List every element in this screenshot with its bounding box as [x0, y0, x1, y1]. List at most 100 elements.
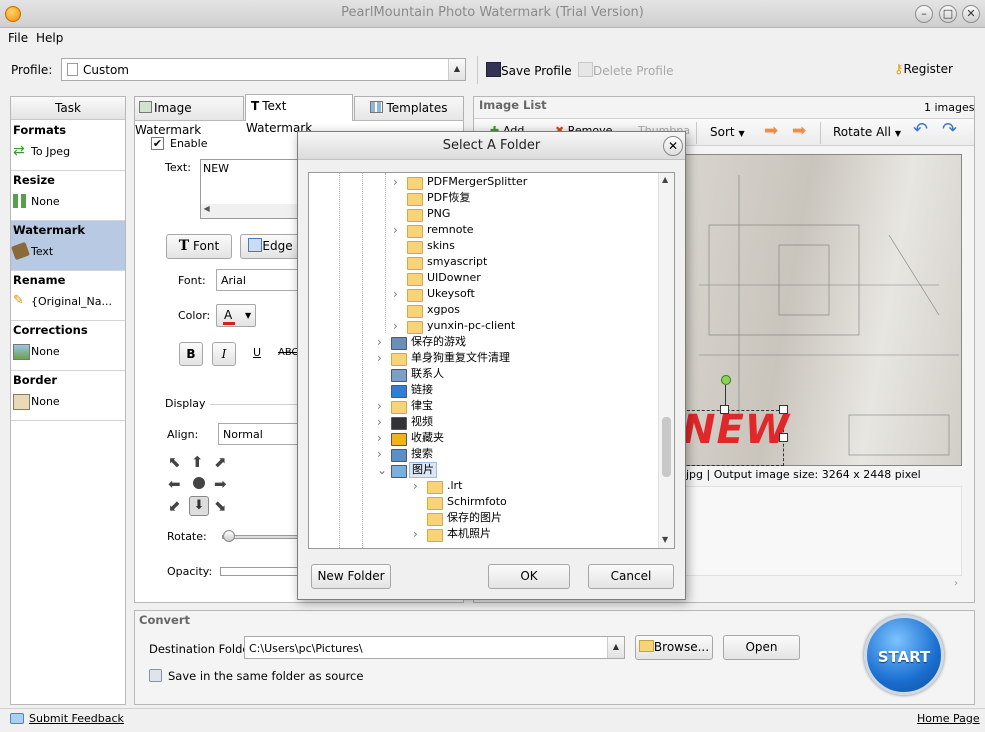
chevron-right-icon[interactable]: ›	[377, 334, 382, 350]
tree-item[interactable]: PDF恢复	[393, 190, 659, 206]
tree-item[interactable]: 保存的图片	[413, 510, 659, 526]
center-dot-icon[interactable]	[193, 477, 205, 489]
scroll-up-icon[interactable]: ▲	[662, 175, 668, 184]
chevron-right-icon[interactable]: ›	[377, 446, 382, 462]
arrow-right-icon[interactable]: ➡	[214, 475, 227, 493]
menu-help[interactable]: Help	[36, 31, 63, 45]
tree-item[interactable]: 链接	[377, 382, 659, 398]
chevron-right-icon[interactable]: ›	[393, 286, 398, 302]
tree-scrollbar[interactable]: ▲ ▼	[658, 173, 674, 548]
home-page-link[interactable]: Home Page	[917, 712, 980, 725]
tree-item[interactable]: UIDowner	[393, 270, 659, 286]
minimize-button[interactable]: –	[915, 5, 933, 23]
task-border[interactable]: Border None	[11, 371, 125, 421]
font-select[interactable]: Arial	[216, 269, 300, 291]
tree-item[interactable]: › .lrt	[413, 478, 659, 494]
arrow-right-icon[interactable]: ➡	[792, 121, 806, 141]
tree-item[interactable]: › 搜索	[377, 446, 659, 462]
chevron-down-icon[interactable]: ▲	[607, 637, 624, 658]
color-picker[interactable]: A ▼	[216, 304, 256, 327]
profile-select[interactable]: Custom ▲	[61, 58, 466, 81]
font-button[interactable]: T Font	[166, 234, 232, 259]
new-folder-button[interactable]: New Folder	[311, 564, 391, 589]
tab-templates[interactable]: Templates	[354, 96, 464, 120]
chevron-right-icon[interactable]: ›	[377, 414, 382, 430]
tab-image-watermark[interactable]: Image Watermark	[134, 96, 244, 137]
start-button[interactable]: START	[864, 615, 944, 695]
tree-item[interactable]: › 本机照片	[413, 526, 659, 542]
dialog-close-button[interactable]: ✕	[663, 136, 683, 156]
chevron-right-icon[interactable]: ›	[377, 398, 382, 414]
opacity-slider[interactable]	[220, 567, 300, 576]
tree-item[interactable]: xgpos	[393, 302, 659, 318]
rotate-all-button[interactable]: Rotate All ▼	[833, 125, 901, 139]
edge-button[interactable]: Edge	[240, 234, 300, 259]
same-folder-checkbox[interactable]	[149, 669, 162, 682]
arrow-up-left-icon[interactable]: ⬉	[168, 453, 181, 471]
register-button[interactable]: ⚷Register	[894, 62, 953, 77]
tree-item[interactable]: PNG	[393, 206, 659, 222]
sort-button[interactable]: Sort ▼	[710, 125, 745, 139]
folder-tree[interactable]: ▲ ▼ › PDFMergerSplitter PDF恢复 PNG › remnote sk…	[308, 172, 675, 549]
task-resize[interactable]: Resize None	[11, 171, 125, 221]
chevron-down-icon[interactable]: ▲	[448, 59, 465, 80]
chevron-down-icon[interactable]: ⌄	[377, 462, 387, 478]
delete-profile-button[interactable]: Delete Profile	[578, 62, 674, 78]
submit-feedback-link[interactable]: Submit Feedback	[29, 712, 124, 725]
chevron-right-icon[interactable]: ›	[377, 430, 382, 446]
rotate-handle[interactable]	[721, 375, 731, 385]
arrow-left-icon[interactable]: ⬅	[168, 475, 181, 493]
chevron-right-icon[interactable]: ›	[413, 478, 418, 494]
italic-button[interactable]: I	[212, 342, 236, 366]
rotate-left-icon[interactable]: ↶	[913, 119, 928, 140]
open-button[interactable]: Open	[723, 635, 800, 660]
arrow-down-left-icon[interactable]: ⬋	[168, 497, 181, 515]
chevron-right-icon[interactable]: ›	[413, 526, 418, 542]
maximize-button[interactable]: □	[939, 5, 957, 23]
tree-item[interactable]: › yunxin-pc-client	[393, 318, 659, 334]
underline-button[interactable]: U	[245, 342, 269, 366]
watermark-text-input[interactable]: NEW ◀	[200, 159, 310, 219]
cancel-button[interactable]: Cancel	[588, 564, 674, 589]
tree-item[interactable]: › 收藏夹	[377, 430, 659, 446]
ok-button[interactable]: OK	[488, 564, 570, 589]
arrow-left-icon[interactable]: ➡	[764, 121, 778, 141]
horizontal-scrollbar[interactable]: ◀	[201, 204, 309, 218]
tree-item[interactable]: › 保存的游戏	[377, 334, 659, 350]
tree-item[interactable]: › 律宝	[377, 398, 659, 414]
rotate-slider-handle[interactable]	[223, 530, 235, 542]
tree-item[interactable]: › remnote	[393, 222, 659, 238]
tree-item[interactable]: › 视频	[377, 414, 659, 430]
rotate-right-icon[interactable]: ↷	[942, 119, 957, 140]
destination-folder-input[interactable]: C:\Users\pc\Pictures\ ▲	[244, 636, 625, 659]
tree-item[interactable]: smyascript	[393, 254, 659, 270]
arrow-down-icon[interactable]: ⬇	[189, 496, 209, 516]
resize-handle[interactable]	[779, 433, 788, 442]
chevron-right-icon[interactable]: ›	[377, 350, 382, 366]
tree-item[interactable]: ⌄ 图片	[377, 462, 659, 478]
enable-checkbox[interactable]: ✔	[151, 137, 164, 150]
tree-item[interactable]: › PDFMergerSplitter	[393, 174, 659, 190]
scroll-right-icon[interactable]: ›	[954, 578, 958, 589]
resize-handle[interactable]	[720, 405, 729, 414]
arrow-down-right-icon[interactable]: ⬊	[214, 497, 227, 515]
save-profile-button[interactable]: Save Profile	[486, 62, 572, 78]
task-watermark[interactable]: Watermark Text	[11, 221, 125, 271]
chevron-right-icon[interactable]: ›	[393, 318, 398, 334]
tree-item[interactable]: Schirmfoto	[413, 494, 659, 510]
align-select[interactable]: Normal	[218, 423, 300, 445]
tree-item[interactable]: skins	[393, 238, 659, 254]
chevron-right-icon[interactable]: ›	[393, 222, 398, 238]
arrow-up-right-icon[interactable]: ⬈	[214, 453, 227, 471]
bold-button[interactable]: B	[179, 342, 203, 366]
task-formats[interactable]: Formats ⇄ To Jpeg	[11, 121, 125, 171]
task-corrections[interactable]: Corrections None	[11, 321, 125, 371]
tree-item[interactable]: › Ukeysoft	[393, 286, 659, 302]
close-button[interactable]: ✕	[962, 5, 980, 23]
tab-text-watermark[interactable]: T Text Watermark	[245, 94, 353, 135]
tree-item[interactable]: 联系人	[377, 366, 659, 382]
scrollbar-thumb[interactable]	[662, 417, 671, 477]
watermark-preview-text[interactable]: NEW	[682, 407, 790, 453]
scroll-down-icon[interactable]: ▼	[662, 535, 668, 544]
resize-handle[interactable]	[779, 405, 788, 414]
